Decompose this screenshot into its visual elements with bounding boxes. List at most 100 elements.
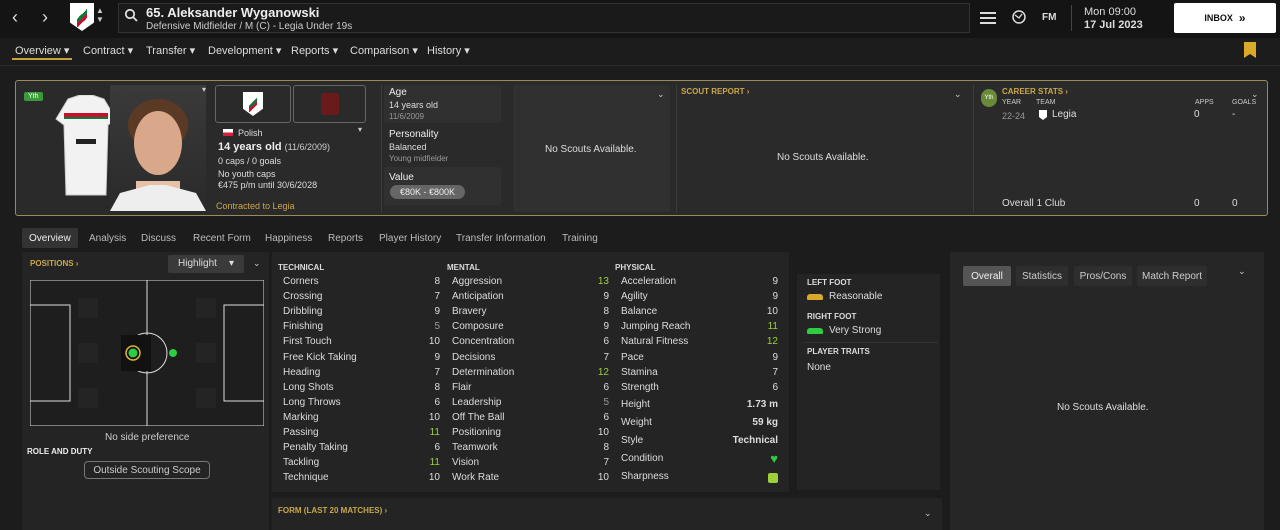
physical-attr-row[interactable]: Natural Fitness 12 (621, 336, 778, 351)
physical-attr-row[interactable]: Strength 6 (621, 382, 778, 397)
hamburger-menu-icon[interactable] (980, 11, 996, 25)
technical-attr-row[interactable]: Corners 8 (283, 276, 440, 291)
menu-reports[interactable]: Reports ▾ (291, 44, 338, 57)
caps: 0 caps / 0 goals (218, 156, 282, 166)
menu-development[interactable]: Development ▾ (208, 44, 281, 57)
technical-attr-row[interactable]: Heading 7 (283, 367, 440, 382)
subtab-overview[interactable]: Overview (29, 233, 71, 244)
face-dropdown-chevron-icon[interactable]: ▾ (202, 85, 206, 94)
condition-row[interactable]: Condition ♥ (621, 451, 778, 468)
mental-attr-row[interactable]: Flair 6 (452, 382, 609, 397)
value-label: Value (389, 172, 414, 183)
mental-attr-row[interactable]: Vision 7 (452, 457, 609, 472)
role-duty-label: ROLE AND DUTY (27, 447, 93, 456)
subtab-analysis[interactable]: Analysis (89, 233, 126, 244)
highlight-dropdown[interactable]: Highlight ▾ (168, 255, 244, 273)
technical-attr-row[interactable]: Penalty Taking 6 (283, 442, 440, 457)
world-icon[interactable] (1012, 10, 1026, 24)
right-panel-chevron-icon[interactable]: ⌄ (1238, 266, 1246, 277)
technical-attr-row[interactable]: Finishing 5 (283, 321, 440, 336)
mental-attr-row[interactable]: Teamwork 8 (452, 442, 609, 457)
mental-attr-row[interactable]: Concentration 6 (452, 336, 609, 351)
physical-attr-row[interactable]: Jumping Reach 11 (621, 321, 778, 336)
mental-attr-row[interactable]: Off The Ball 6 (452, 412, 609, 427)
technical-attr-row[interactable]: Free Kick Taking 9 (283, 352, 440, 367)
double-chevron-icon: » (1238, 11, 1246, 25)
career-col-goals: GOALS (1232, 99, 1257, 106)
inbox-button[interactable]: INBOX » (1174, 3, 1276, 33)
career-team[interactable]: Legia (1052, 109, 1076, 120)
subtab-transfer-information[interactable]: Transfer Information (456, 233, 546, 244)
mental-attr-row[interactable]: Anticipation 9 (452, 291, 609, 306)
attr-name: Dribbling (283, 306, 323, 318)
physical-attr-row[interactable]: Acceleration 9 (621, 276, 778, 291)
mental-attr-row[interactable]: Determination 12 (452, 367, 609, 382)
date-display[interactable]: Mon 09:00 17 Jul 2023 (1084, 6, 1143, 32)
menu-transfer[interactable]: Transfer ▾ (146, 44, 195, 57)
chevron-updown-icon[interactable]: ▲ ▼ (96, 6, 104, 24)
attr-name: Determination (452, 366, 515, 378)
subtab-recent-form[interactable]: Recent Form (193, 233, 251, 244)
tab-pros-cons[interactable]: Pros/Cons (1074, 266, 1132, 286)
fm-logo[interactable]: FM (1042, 12, 1056, 23)
subtab-player-history[interactable]: Player History (379, 233, 441, 244)
technical-attr-row[interactable]: Tackling 11 (283, 457, 440, 472)
menu-contract[interactable]: Contract ▾ (83, 44, 133, 57)
sharpness-row[interactable]: Sharpness (621, 471, 778, 486)
mental-attr-row[interactable]: Work Rate 10 (452, 472, 609, 487)
scout-report-chevron-icon[interactable]: ⌄ (954, 89, 962, 100)
menu-overview[interactable]: Overview ▾ (15, 44, 69, 57)
nation-logo-box[interactable] (293, 85, 366, 123)
attr-name: Stamina (621, 366, 658, 378)
mental-attr-row[interactable]: Decisions 7 (452, 352, 609, 367)
club-logo-box[interactable] (215, 85, 291, 123)
subtab-discuss[interactable]: Discuss (141, 233, 176, 244)
mental-attr-row[interactable]: Positioning 10 (452, 427, 609, 442)
technical-attr-row[interactable]: Crossing 7 (283, 291, 440, 306)
mental-attr-row[interactable]: Leadership 5 (452, 397, 609, 412)
career-stats-link[interactable]: CAREER STATS › (1002, 87, 1068, 96)
technical-attr-row[interactable]: Dribbling 9 (283, 306, 440, 321)
back-arrow-icon[interactable]: ‹ (12, 8, 18, 26)
subtab-happiness[interactable]: Happiness (265, 233, 312, 244)
technical-attr-row[interactable]: Marking 10 (283, 412, 440, 427)
forward-arrow-icon[interactable]: › (42, 8, 48, 26)
search-icon[interactable] (124, 8, 138, 22)
mental-attr-row[interactable]: Aggression 13 (452, 276, 609, 291)
positions-link[interactable]: POSITIONS › (30, 259, 78, 268)
technical-attr-row[interactable]: First Touch 10 (283, 336, 440, 351)
info-name: Style (621, 435, 644, 446)
form-chevron-icon[interactable]: ⌄ (924, 508, 932, 519)
positions-chevron-icon[interactable]: ⌄ (253, 258, 261, 269)
scout-box-chevron-icon[interactable]: ⌄ (657, 89, 665, 100)
mental-attr-row[interactable]: Composure 9 (452, 321, 609, 336)
club-badge-icon[interactable] (70, 3, 94, 31)
technical-attr-row[interactable]: Long Throws 6 (283, 397, 440, 412)
divider (803, 342, 938, 343)
form-link[interactable]: FORM (LAST 20 MATCHES) › (278, 506, 387, 515)
technical-attr-row[interactable]: Technique 10 (283, 472, 440, 487)
value-range-pill[interactable]: €80K - €800K (390, 185, 466, 199)
tab-overall[interactable]: Overall (963, 266, 1011, 286)
player-traits-label: PLAYER TRAITS (807, 347, 870, 356)
mental-attr-row[interactable]: Bravery 8 (452, 306, 609, 321)
scout-report-link[interactable]: SCOUT REPORT › (681, 87, 749, 96)
tab-match-report[interactable]: Match Report (1137, 266, 1207, 286)
physical-attr-row[interactable]: Agility 9 (621, 291, 778, 306)
technical-attr-row[interactable]: Passing 11 (283, 427, 440, 442)
attr-value: 8 (603, 306, 609, 318)
contracted-to[interactable]: Contracted to Legia (216, 201, 295, 211)
subtab-training[interactable]: Training (562, 233, 598, 244)
menu-comparison[interactable]: Comparison ▾ (350, 44, 418, 57)
physical-info-row: Weight 59 kg (621, 417, 778, 432)
physical-attr-row[interactable]: Pace 9 (621, 352, 778, 367)
tab-statistics[interactable]: Statistics (1016, 266, 1068, 286)
technical-attr-row[interactable]: Long Shots 8 (283, 382, 440, 397)
subtab-reports[interactable]: Reports (328, 233, 363, 244)
nation-dropdown-chevron-icon[interactable]: ▾ (358, 125, 362, 134)
menu-history[interactable]: History ▾ (427, 44, 470, 57)
bookmark-icon[interactable] (1244, 42, 1256, 58)
outside-scouting-scope-button[interactable]: Outside Scouting Scope (84, 461, 210, 479)
physical-attr-row[interactable]: Stamina 7 (621, 367, 778, 382)
physical-attr-row[interactable]: Balance 10 (621, 306, 778, 321)
